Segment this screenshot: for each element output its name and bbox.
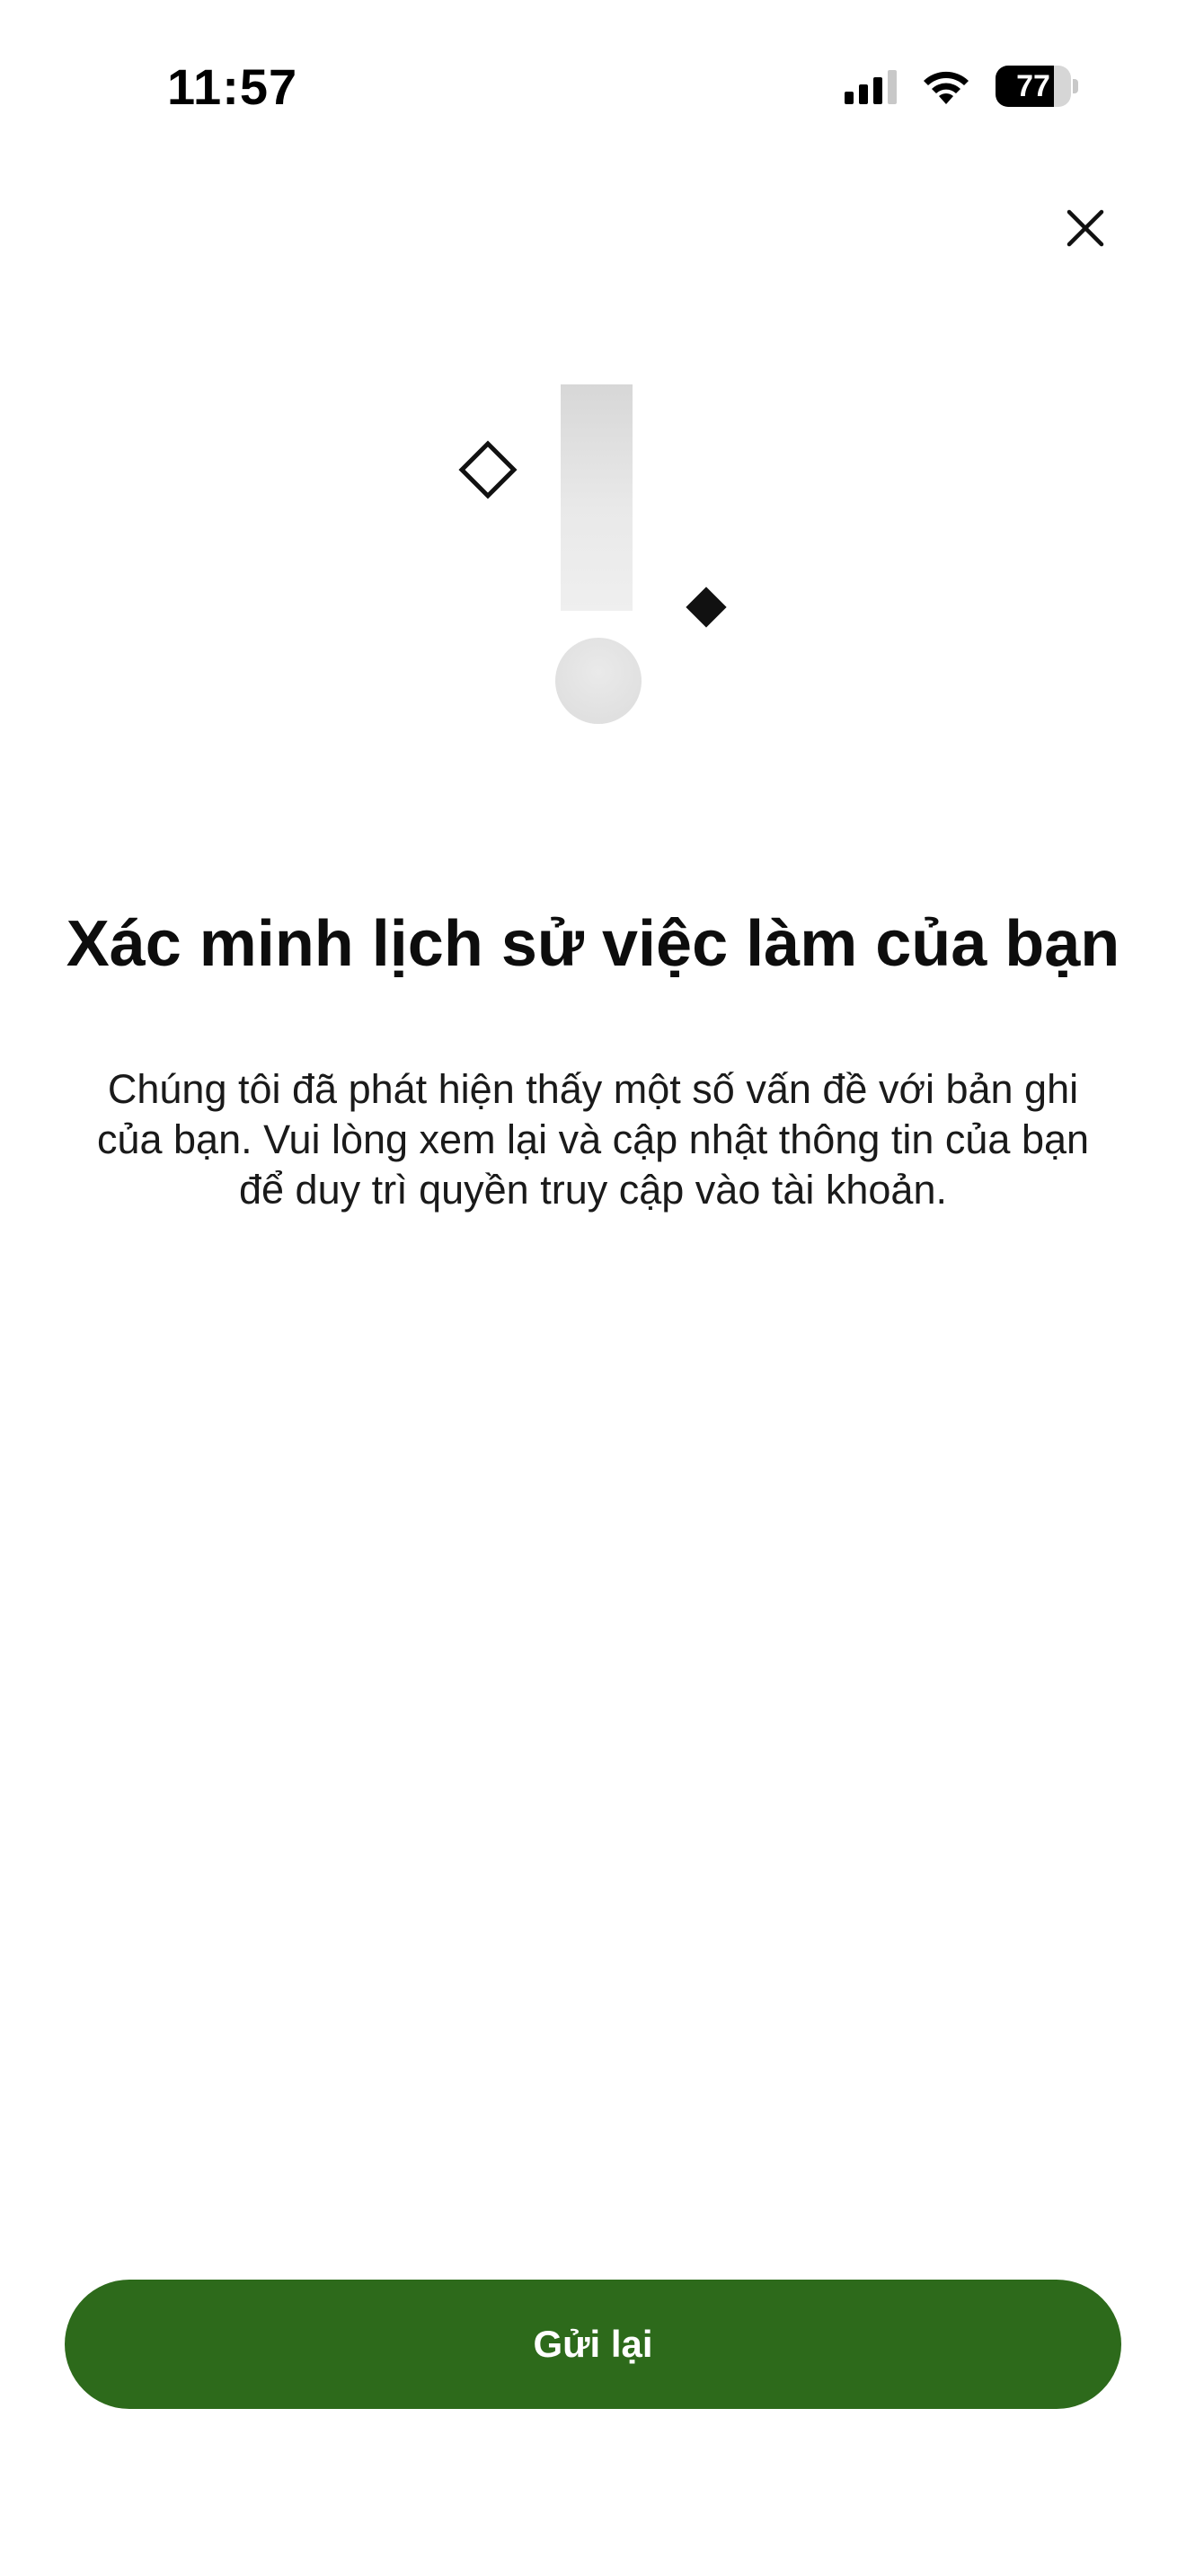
exclamation-dot bbox=[555, 638, 642, 724]
wifi-icon bbox=[920, 66, 972, 106]
battery-level: 77 bbox=[1016, 69, 1050, 103]
battery-icon: 77 bbox=[996, 66, 1078, 107]
diamond-outline-icon bbox=[458, 440, 518, 499]
diamond-solid-icon bbox=[686, 587, 727, 628]
page-description: Chúng tôi đã phát hiện thấy một số vấn đ… bbox=[96, 1066, 1090, 1213]
status-time: 11:57 bbox=[167, 58, 298, 115]
status-bar: 11:57 77 bbox=[0, 0, 1186, 171]
page-title: Xác minh lịch sử việc làm của bạn bbox=[66, 908, 1120, 980]
resend-button[interactable]: Gửi lại bbox=[65, 2280, 1121, 2409]
close-button[interactable] bbox=[1057, 199, 1114, 257]
cellular-signal-icon bbox=[845, 68, 897, 104]
exclamation-illustration bbox=[449, 377, 746, 737]
status-icons: 77 bbox=[845, 65, 1078, 108]
exclamation-bar bbox=[561, 384, 633, 611]
close-icon bbox=[1067, 209, 1104, 247]
